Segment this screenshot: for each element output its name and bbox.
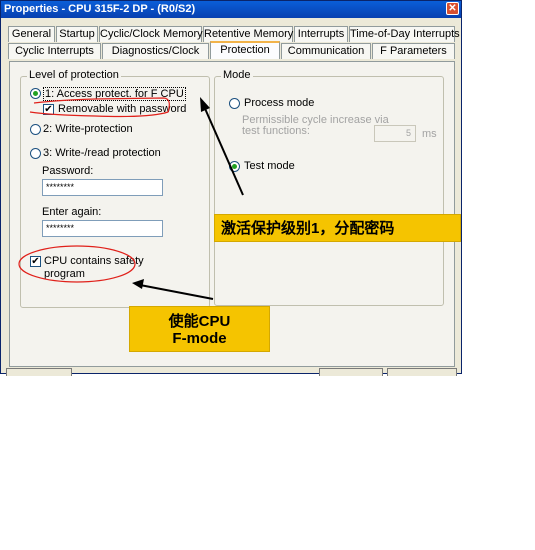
level-of-protection-legend: Level of protection xyxy=(27,69,121,81)
access-protect-label: 1: Access protect. for F CPU xyxy=(43,87,186,101)
window-title: Properties - CPU 315F-2 DP - (R0/S2) xyxy=(4,3,196,15)
close-button[interactable]: ✕ xyxy=(446,2,459,15)
annotation-box-f-mode-line2: F-mode xyxy=(172,330,227,347)
write-read-protection-radio[interactable] xyxy=(30,148,41,159)
cycle-unit-label: ms xyxy=(422,128,437,140)
write-protection-radio[interactable] xyxy=(30,124,41,135)
removable-label: Removable with password xyxy=(58,103,187,115)
tab-cyclic-clock-memory[interactable]: Cyclic/Clock Memory xyxy=(99,26,203,42)
enter-again-field[interactable]: ******** xyxy=(42,220,163,237)
tab-interrupts[interactable]: Interrupts xyxy=(294,26,348,42)
annotation-box-f-mode-line1: 使能CPU xyxy=(168,313,231,330)
tab-retentive-memory[interactable]: Retentive Memory xyxy=(203,26,293,42)
tab-time-of-day-interrupts[interactable]: Time-of-Day Interrupts xyxy=(349,26,460,42)
safety-program-label-line2: program xyxy=(44,268,85,280)
mode-legend: Mode xyxy=(221,69,253,81)
access-protect-radio[interactable] xyxy=(30,88,41,99)
annotation-box-protection-level: 激活保护级别1，分配密码 xyxy=(214,214,461,242)
password-field[interactable]: ******** xyxy=(42,179,163,196)
write-read-protection-label: 3: Write-/read protection xyxy=(43,147,161,159)
tab-communication[interactable]: Communication xyxy=(281,43,371,59)
mode-group: Mode Process mode Permissible cycle incr… xyxy=(214,69,444,306)
tab-f-parameters[interactable]: F Parameters xyxy=(372,43,455,59)
enter-again-label: Enter again: xyxy=(42,206,102,218)
cancel-button[interactable] xyxy=(319,368,383,376)
process-mode-radio[interactable] xyxy=(229,98,240,109)
removable-checkbox[interactable]: ✔ xyxy=(43,104,54,115)
help-button[interactable] xyxy=(387,368,457,376)
test-mode-label: Test mode xyxy=(244,160,295,172)
password-label: Password: xyxy=(42,165,94,177)
tab-protection[interactable]: Protection xyxy=(210,41,280,59)
annotation-box-f-mode: 使能CPU F-mode xyxy=(129,306,270,352)
tab-diagnostics-clock[interactable]: Diagnostics/Clock xyxy=(102,43,209,59)
tab-cyclic-interrupts[interactable]: Cyclic Interrupts xyxy=(8,43,101,59)
tab-general[interactable]: General xyxy=(8,26,55,42)
permissible-cycle-label-line2: test functions: xyxy=(242,125,310,137)
level-of-protection-group: Level of protection 1: Access protect. f… xyxy=(20,69,210,308)
safety-program-checkbox[interactable]: ✔ xyxy=(30,256,41,267)
safety-program-label-line1: CPU contains safety xyxy=(44,255,144,267)
title-bar: Properties - CPU 315F-2 DP - (R0/S2) ✕ xyxy=(1,1,461,18)
test-mode-radio[interactable] xyxy=(229,161,240,172)
tab-startup[interactable]: Startup xyxy=(56,26,98,42)
write-protection-label: 2: Write-protection xyxy=(43,123,133,135)
process-mode-label: Process mode xyxy=(244,97,315,109)
ok-button[interactable] xyxy=(6,368,72,376)
cycle-increase-field: 5 xyxy=(374,125,416,142)
